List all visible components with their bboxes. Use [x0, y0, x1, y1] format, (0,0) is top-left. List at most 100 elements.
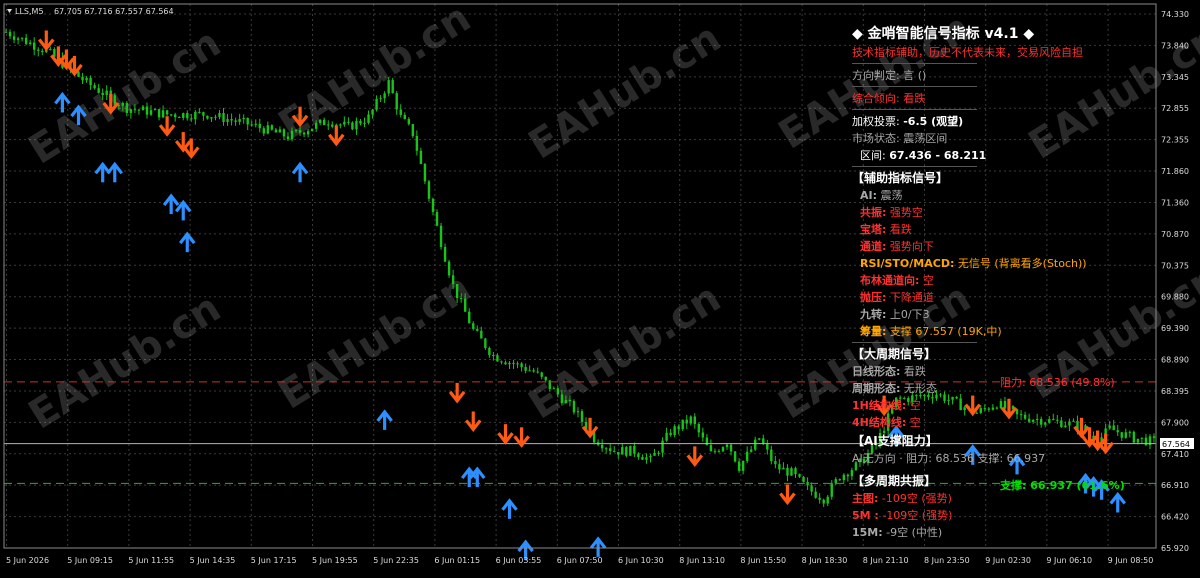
candle-body	[395, 93, 398, 110]
multi-signal-row: 5M : -109空 (强势)	[852, 507, 1152, 524]
time-tick-label: 6 Jun 10:30	[618, 556, 664, 565]
candle-body	[343, 121, 346, 125]
candle-body	[629, 445, 632, 456]
multi-signal-value: -109空 (强势)	[881, 492, 952, 505]
candle-body	[41, 50, 44, 53]
candle-body	[222, 113, 225, 122]
candle-body	[49, 49, 52, 51]
chart-window[interactable]: EAHub.cn EAHub.cn EAHub.cn EAHub.cn EAHub.cn…	[0, 0, 1200, 578]
divider	[852, 86, 977, 87]
direction-label: 方向判定:	[852, 69, 900, 82]
candle-body	[524, 367, 527, 371]
candle-body	[552, 388, 556, 390]
multi-signal-label: 15M:	[852, 526, 883, 539]
candle-body	[182, 113, 185, 119]
candle-body	[161, 110, 165, 118]
candle-body	[262, 128, 266, 134]
candle-body	[766, 443, 769, 450]
big-signal-value: 空	[909, 416, 921, 429]
candle-body	[617, 451, 620, 455]
candle-body	[226, 119, 229, 122]
time-tick-label: 8 Jun 18:30	[802, 556, 848, 565]
overall-label: 综合倾向:	[852, 92, 900, 105]
candle-body	[302, 132, 306, 135]
multi-signal-value: -9空 (中性)	[886, 526, 943, 539]
aux-signal-label: 布林通道向:	[860, 274, 920, 287]
time-tick-label: 5 Jun 22:35	[373, 556, 419, 565]
candle-body	[701, 432, 705, 438]
big-signal-value: 看跌	[903, 365, 926, 378]
aux-signal-label: 通道:	[860, 240, 887, 253]
price-tick-label: 70.375	[1161, 261, 1189, 270]
time-tick-label: 5 Jun 11:55	[128, 556, 174, 565]
weighted-row: 加权投票: -6.5 (观望)	[852, 113, 1152, 130]
candle-body	[846, 474, 850, 477]
candle-body	[339, 124, 342, 126]
candle-body	[105, 90, 108, 96]
candle-body	[141, 106, 145, 111]
divider	[852, 109, 977, 110]
price-tick-label: 69.390	[1161, 324, 1189, 333]
aux-signal-row: 筹量: 支撑 67.557 (19K,中)	[852, 323, 1152, 340]
symbol-name: LLS,M5	[15, 7, 44, 16]
candle-body	[621, 447, 624, 455]
big-signal-list: 日线形态: 看跌 周期形态: 无形态 1H结构线: 空 4H结构线: 空	[852, 363, 1152, 431]
big-signal-label: 周期形态:	[852, 382, 901, 395]
candle-body	[294, 130, 298, 132]
price-tick-label: 73.840	[1161, 41, 1189, 50]
big-signal-row: 1H结构线: 空	[852, 397, 1152, 414]
candle-body	[758, 438, 761, 440]
candle-body	[411, 124, 415, 136]
multi-header: 【多周期共振】	[852, 474, 937, 488]
price-tick-label: 72.855	[1161, 104, 1189, 113]
candle-body	[564, 399, 568, 404]
candle-body	[512, 362, 515, 364]
candle-body	[101, 92, 104, 96]
time-tick-label: 5 Jun 2026	[6, 556, 49, 565]
big-signal-row: 日线形态: 看跌	[852, 363, 1152, 380]
overall-row: 综合倾向: 看跌	[852, 90, 1152, 107]
aux-signal-list: AI: 震荡 共振: 强势空 宝塔: 看跌 通道: 强势向下 RSI/STO/MACD:…	[852, 187, 1152, 340]
big-header: 【大周期信号】	[852, 347, 937, 361]
time-tick-label: 8 Jun 23:50	[924, 556, 970, 565]
candle-body	[818, 497, 821, 500]
candle-body	[250, 124, 253, 126]
aux-signal-value: 看跌	[889, 223, 912, 236]
candle-body	[387, 80, 390, 94]
indicator-panel: ◆ 金哨智能信号指标 v4.1 ◆ 技术指标辅助，历史不代表未来，交易风险自担 …	[852, 24, 1152, 541]
candle-body	[790, 468, 793, 476]
candle-body	[778, 464, 781, 470]
candle-body	[633, 445, 636, 454]
candle-body	[190, 118, 193, 120]
candle-body	[12, 36, 16, 40]
candle-body	[459, 298, 463, 300]
price-tick-label: 73.345	[1161, 73, 1189, 82]
candle-body	[802, 476, 805, 482]
candle-body	[1152, 436, 1156, 438]
candle-body	[464, 298, 467, 312]
candle-body	[794, 468, 797, 475]
candle-body	[238, 119, 241, 122]
divider	[852, 342, 977, 343]
candle-body	[314, 122, 318, 129]
candle-body	[637, 453, 640, 458]
candle-body	[20, 37, 24, 39]
candle-body	[435, 212, 439, 226]
aux-signal-label: 共振:	[860, 206, 887, 219]
candle-body	[484, 338, 487, 349]
direction-row: 方向判定: 言 ()	[852, 67, 1152, 84]
aux-signal-value: 强势空	[889, 206, 923, 219]
candle-body	[560, 394, 564, 404]
range-label: 区间:	[860, 149, 886, 162]
candle-body	[194, 111, 197, 120]
candle-body	[37, 49, 40, 51]
candle-body	[488, 348, 491, 356]
aux-signal-value: 空	[922, 274, 934, 287]
big-signal-label: 1H结构线:	[852, 399, 907, 412]
aux-signal-label: 宝塔:	[860, 223, 887, 236]
multi-signal-label: 5M :	[852, 509, 879, 522]
candle-body	[451, 275, 455, 285]
candle-body	[391, 80, 394, 94]
candle-body	[270, 125, 274, 130]
aux-signal-label: 九转:	[860, 308, 887, 321]
